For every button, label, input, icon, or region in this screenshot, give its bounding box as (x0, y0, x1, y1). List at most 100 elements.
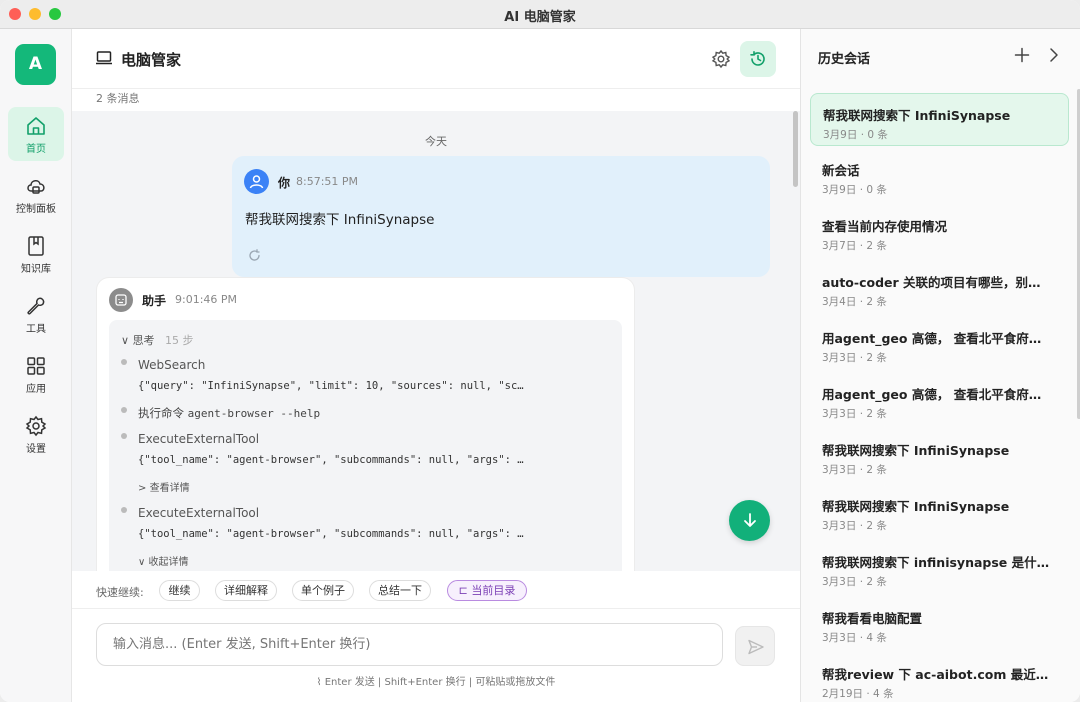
history-item-title: 用agent_geo 高德， 查看北平食府… (822, 331, 1042, 346)
history-item[interactable]: 帮我联网搜索下 infinisynapse 是什… 3月3日 · 2 条 (810, 541, 1069, 594)
quick-continue-bar: 快速继续: 继续 详细解释 单个例子 总结一下 ⊏ 当前目录 (72, 571, 800, 609)
step-command: 执行命令 agent-browser --help (138, 405, 320, 421)
quick-chip-current-dir[interactable]: ⊏ 当前目录 (447, 580, 527, 601)
nav-item-apps[interactable]: 应用 (8, 347, 64, 401)
history-item[interactable]: 查看当前内存使用情况 3月7日 · 2 条 (810, 205, 1069, 258)
nav-label-control-panel: 控制面板 (16, 204, 56, 215)
nav-item-home[interactable]: 首页 (8, 107, 64, 161)
history-list[interactable]: 帮我联网搜索下 InfiniSynapse 3月9日 · 0 条 新会话 3月9… (801, 89, 1080, 702)
history-item-title: 新会话 (822, 163, 860, 178)
step-name: ExecuteExternalTool (138, 506, 260, 520)
composer-hint-text: Enter 发送 | Shift+Enter 换行 | 可粘贴或拖放文件 (324, 677, 556, 688)
quick-chip-current-dir-label: 当前目录 (471, 584, 516, 597)
send-icon (748, 639, 764, 655)
arrow-down-icon (744, 513, 756, 527)
step-dot (121, 433, 127, 439)
day-separator: 今天 (425, 135, 447, 148)
chevron-down-icon: ∨ (121, 334, 130, 347)
history-clock-icon (750, 51, 765, 66)
composer-hint: ⌇ Enter 发送 | Shift+Enter 换行 | 可粘贴或拖放文件 (72, 673, 800, 688)
history-item-meta: 3月3日 · 2 条 (822, 408, 887, 420)
user-avatar[interactable]: A (15, 44, 56, 85)
nav-item-tools[interactable]: 工具 (8, 287, 64, 341)
chat-header: 电脑管家 (72, 29, 800, 89)
view-details-toggle[interactable]: > 查看详情 (138, 479, 190, 494)
history-item-title: 帮我review 下 ac-aibot.com 最近… (822, 667, 1049, 682)
history-toggle-button[interactable] (740, 41, 776, 77)
left-nav-rail: A 首页 控制面板 知识库 工具 应用 设置 (0, 29, 72, 702)
history-item-meta: 3月9日 · 0 条 (823, 129, 888, 141)
nav-item-control-panel[interactable]: 控制面板 (8, 167, 64, 221)
chat-main: 电脑管家 2 条消息 今天 你 8:57:51 PM 帮我联网搜索下 Infin… (72, 29, 800, 702)
quick-chip-example[interactable]: 单个例子 (292, 580, 354, 601)
message-count: 2 条消息 (96, 92, 140, 105)
scroll-to-bottom-button[interactable] (729, 500, 770, 541)
history-item-meta: 2月19日 · 4 条 (822, 688, 894, 700)
plus-icon[interactable] (1014, 47, 1030, 63)
chevron-right-icon: > (138, 483, 147, 494)
history-item[interactable]: 新会话 3月9日 · 0 条 (810, 149, 1069, 202)
step-args: {"tool_name": "agent-browser", "subcomma… (138, 454, 524, 466)
send-button[interactable] (735, 626, 775, 666)
history-panel: 历史会话 帮我联网搜索下 InfiniSynapse 3月9日 · 0 条 新会… (800, 29, 1080, 702)
history-item[interactable]: 用agent_geo 高德， 查看北平食府… 3月3日 · 2 条 (810, 317, 1069, 370)
history-item-meta: 3月3日 · 2 条 (822, 464, 887, 476)
history-item-title: 帮我联网搜索下 InfiniSynapse (822, 443, 1010, 458)
history-item-meta: 3月4日 · 2 条 (822, 296, 887, 308)
quick-chip-summarize[interactable]: 总结一下 (369, 580, 431, 601)
history-item[interactable]: 帮我联网搜索下 InfiniSynapse 3月3日 · 2 条 (810, 429, 1069, 482)
quick-chip-continue[interactable]: 继续 (159, 580, 200, 601)
user-sender: 你 (278, 176, 291, 190)
view-details-label: 查看详情 (149, 483, 190, 494)
chevron-down-icon: ∨ (138, 557, 146, 568)
person-icon (249, 175, 264, 189)
history-item-meta: 3月7日 · 2 条 (822, 240, 887, 252)
user-message-avatar (244, 169, 269, 194)
nav-item-settings[interactable]: 设置 (8, 407, 64, 461)
history-item-title: auto-coder 关联的项目有哪些，别… (822, 275, 1041, 290)
thinking-toggle[interactable]: ∨ 思考 (121, 332, 155, 348)
history-item[interactable]: 帮我联网搜索下 InfiniSynapse 3月9日 · 0 条 (810, 93, 1069, 146)
history-item-title: 帮我联网搜索下 infinisynapse 是什… (822, 555, 1050, 570)
message-input[interactable] (96, 623, 723, 666)
thinking-panel: ∨ 思考 15 步 WebSearch {"query": "InfiniSyn… (109, 320, 622, 571)
step-args: {"query": "InfiniSynapse", "limit": 10, … (138, 380, 524, 392)
history-item-meta: 3月3日 · 2 条 (822, 576, 887, 588)
history-item[interactable]: 帮我review 下 ac-aibot.com 最近… 2月19日 · 4 条 (810, 653, 1069, 702)
nav-label-settings: 设置 (26, 444, 46, 455)
quick-chip-explain[interactable]: 详细解释 (215, 580, 277, 601)
collapse-details-toggle[interactable]: ∨ 收起详情 (138, 553, 189, 568)
title-bar: AI 电脑管家 (0, 0, 1080, 29)
history-item[interactable]: 帮我联网搜索下 InfiniSynapse 3月3日 · 2 条 (810, 485, 1069, 538)
message-list[interactable]: 今天 你 8:57:51 PM 帮我联网搜索下 InfiniSynapse 助手… (72, 111, 800, 571)
chat-settings-icon[interactable] (710, 48, 732, 70)
step-command-text: agent-browser --help (187, 407, 321, 420)
thinking-label: 思考 (132, 334, 155, 347)
chevron-right-icon[interactable] (1047, 47, 1061, 63)
history-item-meta: 3月3日 · 4 条 (822, 632, 887, 644)
history-item[interactable]: auto-coder 关联的项目有哪些，别… 3月4日 · 2 条 (810, 261, 1069, 314)
history-item-meta: 3月3日 · 2 条 (822, 352, 887, 364)
history-item[interactable]: 帮我看看电脑配置 3月3日 · 4 条 (810, 597, 1069, 650)
user-message-time: 8:57:51 PM (296, 175, 359, 188)
nav-item-knowledge-base[interactable]: 知识库 (8, 227, 64, 281)
retry-icon[interactable] (248, 249, 261, 262)
assistant-message-time: 9:01:46 PM (175, 293, 238, 306)
step-dot (121, 507, 127, 513)
user-message-text: 帮我联网搜索下 InfiniSynapse (245, 212, 435, 228)
nav-label-tools: 工具 (26, 324, 46, 335)
page-title: 电脑管家 (121, 51, 182, 69)
history-item-title: 查看当前内存使用情况 (822, 219, 948, 234)
step-dot (121, 359, 127, 365)
chat-scrollbar[interactable] (793, 111, 798, 187)
quick-continue-label: 快速继续: (96, 586, 144, 599)
home-icon (27, 117, 45, 135)
assistant-avatar (109, 288, 133, 312)
assistant-sender: 助手 (142, 294, 167, 308)
paperclip-icon: ⌇ (316, 677, 322, 688)
history-item-title: 帮我看看电脑配置 (822, 611, 923, 626)
step-name: ExecuteExternalTool (138, 432, 260, 446)
history-item-title: 帮我联网搜索下 InfiniSynapse (822, 499, 1010, 514)
history-item[interactable]: 用agent_geo 高德， 查看北平食府… 3月3日 · 2 条 (810, 373, 1069, 426)
nav-label-apps: 应用 (26, 384, 46, 395)
